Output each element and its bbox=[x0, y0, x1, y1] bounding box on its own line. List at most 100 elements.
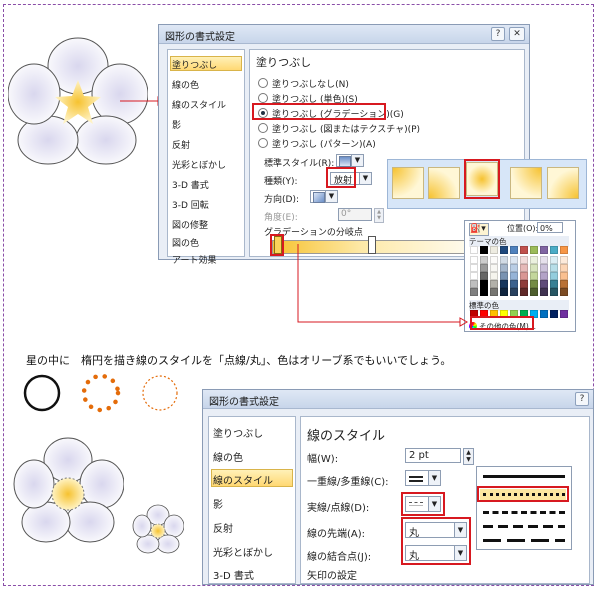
theme-color-swatch[interactable] bbox=[480, 246, 488, 254]
paint-bucket-icon[interactable]: ⛽▾ bbox=[469, 223, 489, 236]
theme-color-swatch[interactable] bbox=[530, 280, 538, 288]
direction-option-corner-br[interactable] bbox=[547, 167, 579, 199]
theme-color-swatch[interactable] bbox=[550, 246, 558, 254]
theme-color-swatch[interactable] bbox=[470, 280, 478, 288]
nav-item-glow[interactable]: 光彩とぼかし bbox=[172, 158, 226, 171]
theme-color-swatch[interactable] bbox=[530, 288, 538, 296]
theme-color-swatch[interactable] bbox=[560, 256, 568, 264]
theme-color-swatch[interactable] bbox=[490, 256, 498, 264]
direction-option-corner-tl[interactable] bbox=[392, 167, 424, 199]
radio-no-fill[interactable] bbox=[258, 78, 268, 88]
theme-color-swatch[interactable] bbox=[500, 246, 508, 254]
theme-color-swatch[interactable] bbox=[470, 288, 478, 296]
theme-color-swatch[interactable] bbox=[560, 246, 568, 254]
theme-color-swatch[interactable] bbox=[480, 256, 488, 264]
radio-picture-fill[interactable] bbox=[258, 123, 268, 133]
theme-color-swatch[interactable] bbox=[470, 246, 478, 254]
direction-option-corner-tr[interactable] bbox=[428, 167, 460, 199]
theme-color-swatch[interactable] bbox=[520, 256, 528, 264]
theme-color-swatch[interactable] bbox=[510, 272, 518, 280]
theme-color-swatch[interactable] bbox=[510, 280, 518, 288]
theme-color-swatch[interactable] bbox=[530, 256, 538, 264]
theme-color-swatch[interactable] bbox=[510, 264, 518, 272]
preset-dropdown[interactable]: ▼ bbox=[336, 154, 364, 167]
theme-color-swatch[interactable] bbox=[540, 272, 548, 280]
theme-color-swatch[interactable] bbox=[540, 256, 548, 264]
theme-color-swatch[interactable] bbox=[540, 264, 548, 272]
theme-color-swatch[interactable] bbox=[520, 246, 528, 254]
theme-color-swatch[interactable] bbox=[490, 280, 498, 288]
theme-color-swatch[interactable] bbox=[500, 256, 508, 264]
dash-option-solid[interactable] bbox=[483, 475, 565, 478]
nav-item-shadow[interactable]: 影 bbox=[213, 496, 223, 511]
direction-dropdown[interactable]: ▼ bbox=[310, 190, 338, 203]
theme-color-swatch[interactable] bbox=[530, 272, 538, 280]
theme-color-swatch[interactable] bbox=[540, 280, 548, 288]
nav-item-reflection[interactable]: 反射 bbox=[172, 138, 190, 151]
theme-color-swatch[interactable] bbox=[520, 288, 528, 296]
theme-color-swatch[interactable] bbox=[510, 246, 518, 254]
theme-color-swatch[interactable] bbox=[560, 272, 568, 280]
theme-color-swatch[interactable] bbox=[550, 256, 558, 264]
theme-color-swatch[interactable] bbox=[470, 264, 478, 272]
theme-color-swatch[interactable] bbox=[510, 256, 518, 264]
help-button[interactable]: ? bbox=[491, 27, 505, 41]
nav-item-line-style[interactable]: 線のスタイル bbox=[172, 98, 226, 111]
theme-color-swatch[interactable] bbox=[500, 280, 508, 288]
theme-color-swatch[interactable] bbox=[500, 288, 508, 296]
nav-item-picture-color[interactable]: 図の色 bbox=[172, 236, 199, 249]
theme-color-swatch[interactable] bbox=[500, 264, 508, 272]
nav-item-shadow[interactable]: 影 bbox=[172, 118, 181, 131]
theme-color-swatch[interactable] bbox=[560, 280, 568, 288]
dash-option-dash[interactable] bbox=[483, 525, 565, 528]
theme-color-swatch[interactable] bbox=[480, 272, 488, 280]
width-input[interactable]: 2 pt bbox=[405, 448, 461, 463]
theme-color-swatch[interactable] bbox=[560, 264, 568, 272]
dash-option-square-dot[interactable] bbox=[483, 511, 565, 514]
theme-color-swatch[interactable] bbox=[550, 272, 558, 280]
angle-input[interactable]: 0° bbox=[338, 208, 372, 221]
theme-color-swatch[interactable] bbox=[520, 280, 528, 288]
standard-color-swatch[interactable] bbox=[550, 310, 558, 318]
theme-color-swatch[interactable] bbox=[480, 288, 488, 296]
theme-color-swatch[interactable] bbox=[470, 272, 478, 280]
compound-dropdown[interactable]: ▼ bbox=[405, 470, 441, 486]
theme-color-swatch[interactable] bbox=[550, 280, 558, 288]
nav-item-artistic-effects[interactable]: アート効果 bbox=[172, 253, 216, 266]
nav-item-fill[interactable]: 塗りつぶし bbox=[172, 58, 217, 71]
theme-color-swatch[interactable] bbox=[530, 246, 538, 254]
nav-item-glow[interactable]: 光彩とぼかし bbox=[213, 544, 273, 559]
radio-pattern-fill[interactable] bbox=[258, 138, 268, 148]
theme-color-swatch[interactable] bbox=[540, 246, 548, 254]
nav-item-picture-corrections[interactable]: 図の修整 bbox=[172, 218, 208, 231]
nav-item-3d-format[interactable]: 3-D 書式 bbox=[213, 567, 254, 582]
nav-item-3d-format[interactable]: 3-D 書式 bbox=[172, 178, 209, 191]
theme-color-swatch[interactable] bbox=[470, 256, 478, 264]
theme-color-swatch[interactable] bbox=[480, 264, 488, 272]
theme-color-swatch[interactable] bbox=[490, 246, 498, 254]
standard-color-swatch[interactable] bbox=[540, 310, 548, 318]
nav-item-line-color[interactable]: 線の色 bbox=[213, 449, 243, 464]
help-button[interactable]: ? bbox=[575, 392, 589, 406]
theme-color-swatch[interactable] bbox=[560, 288, 568, 296]
dash-option-long-dash[interactable] bbox=[483, 539, 565, 542]
nav-item-line-style[interactable]: 線のスタイル bbox=[213, 472, 273, 487]
radio-solid-fill[interactable] bbox=[258, 93, 268, 103]
theme-color-swatch[interactable] bbox=[500, 272, 508, 280]
theme-color-swatch[interactable] bbox=[510, 288, 518, 296]
position-input[interactable]: 0% bbox=[537, 222, 563, 233]
direction-option-corner-bl[interactable] bbox=[510, 167, 542, 199]
width-spinner[interactable]: ▲ ▼ bbox=[463, 448, 474, 465]
nav-item-fill[interactable]: 塗りつぶし bbox=[213, 425, 263, 440]
theme-color-swatch[interactable] bbox=[550, 288, 558, 296]
nav-item-line-color[interactable]: 線の色 bbox=[172, 78, 199, 91]
theme-color-swatch[interactable] bbox=[490, 264, 498, 272]
angle-spinner[interactable]: ▲ ▼ bbox=[374, 208, 384, 223]
theme-color-swatch[interactable] bbox=[520, 272, 528, 280]
theme-color-swatch[interactable] bbox=[520, 264, 528, 272]
theme-color-swatch[interactable] bbox=[490, 288, 498, 296]
theme-color-swatch[interactable] bbox=[490, 272, 498, 280]
nav-item-reflection[interactable]: 反射 bbox=[213, 520, 233, 535]
theme-color-swatch[interactable] bbox=[550, 264, 558, 272]
theme-color-swatch[interactable] bbox=[530, 264, 538, 272]
